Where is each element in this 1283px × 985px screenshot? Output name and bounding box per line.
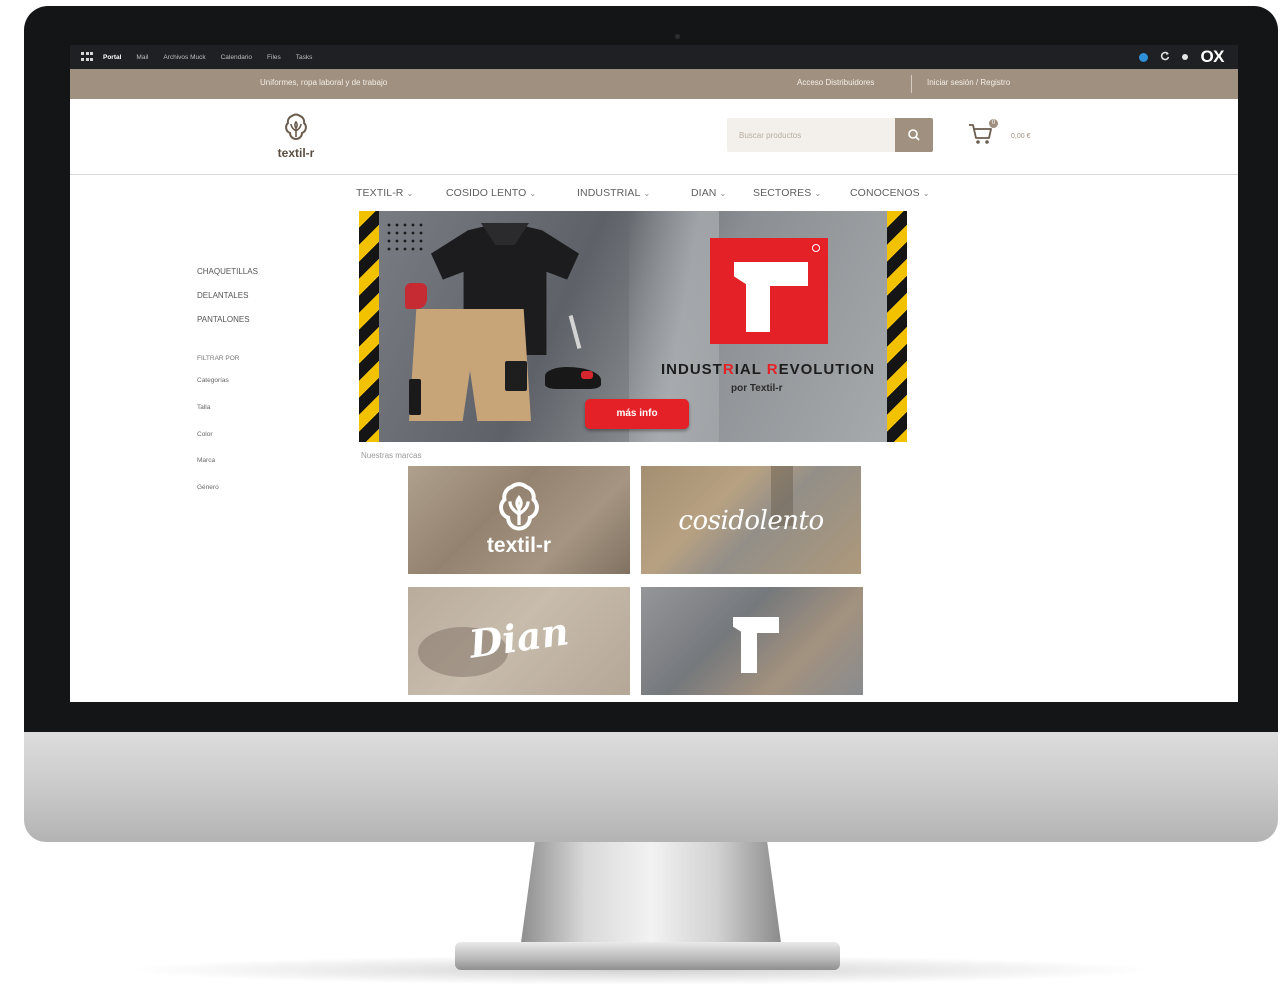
r-mark-stem <box>746 266 770 332</box>
main-navigation: TEXTIL-R ⌄ COSIDO LENTO ⌄ INDUSTRIAL ⌄ DIAN… <box>70 175 1238 211</box>
site-logo[interactable]: textil-r <box>266 109 326 167</box>
system-link-tasks[interactable]: Tasks <box>296 54 313 61</box>
cart-button[interactable]: 0 <box>968 119 998 149</box>
chevron-down-icon: ⌄ <box>922 189 930 198</box>
pen-image <box>568 315 582 349</box>
top-promo-bar: Uniformes, ropa laboral y de trabajo Acc… <box>70 69 1238 99</box>
nav-item-conocenos[interactable]: CONOCENOS ⌄ <box>850 187 930 199</box>
account-icon[interactable] <box>1182 54 1189 60</box>
monitor-stand-base <box>455 942 840 970</box>
chevron-down-icon: ⌄ <box>814 189 822 198</box>
system-link-calendar[interactable]: Calendario <box>221 54 252 61</box>
search-button[interactable] <box>895 118 933 152</box>
monitor-stand <box>520 835 782 950</box>
hazard-stripe-left <box>359 211 379 442</box>
more-info-button[interactable]: más info <box>585 399 689 429</box>
hazard-stripe-right <box>887 211 907 442</box>
brand-tile-textil-r[interactable]: textil-r <box>408 466 630 574</box>
brand-label: textil-r <box>486 534 552 557</box>
nav-item-cosido-lento[interactable]: COSIDO LENTO ⌄ <box>446 187 536 199</box>
brand-tile-industrial[interactable] <box>641 587 863 695</box>
monitor-chin <box>24 728 1278 842</box>
system-link-files[interactable]: Files <box>267 54 281 61</box>
shorts-pocket <box>505 361 527 391</box>
cotton-logo-icon <box>499 482 539 531</box>
ox-logo: OX <box>1200 47 1224 66</box>
site-header: textil-r Buscar productos 0 0,00 € <box>70 99 1238 175</box>
chevron-down-icon: ⌄ <box>719 189 727 198</box>
phone-image <box>409 379 421 415</box>
industrial-revolution-logo <box>710 238 828 344</box>
filter-heading: FILTRAR POR <box>197 355 240 362</box>
topbar-divider <box>911 75 912 93</box>
dot-pattern <box>385 221 425 253</box>
hero-subtitle: por Textil-r <box>731 383 783 394</box>
cart-total: 0,00 € <box>1011 133 1031 140</box>
notification-icon[interactable] <box>1139 52 1149 62</box>
brands-heading: Nuestras marcas <box>361 451 422 460</box>
site-tagline: Uniformes, ropa laboral y de trabajo <box>260 78 388 87</box>
refresh-icon[interactable] <box>1160 48 1170 66</box>
hero-banner[interactable]: INDUSTRIAL REVOLUTION por Textil-r más i… <box>359 211 907 442</box>
nav-item-dian[interactable]: DIAN ⌄ <box>691 187 726 199</box>
nav-item-textil-r[interactable]: TEXTIL-R ⌄ <box>356 187 413 199</box>
browser-screen: Portal Mail Archivos Muck Calendario Fil… <box>70 45 1238 702</box>
nav-item-sectores[interactable]: SECTORES ⌄ <box>753 187 821 199</box>
logo-text: textil-r <box>277 146 315 160</box>
system-link-mail[interactable]: Mail <box>136 54 148 61</box>
r-mark-stem <box>741 621 757 673</box>
brand-tile-cosido-lento[interactable]: cosidolento <box>641 466 861 574</box>
sidebar-item-chaquetillas[interactable]: CHAQUETILLAS <box>197 267 258 276</box>
filter-color[interactable]: Color <box>197 431 213 438</box>
search-placeholder: Buscar productos <box>739 131 802 140</box>
search-icon <box>908 129 920 141</box>
search-input[interactable]: Buscar productos <box>727 118 895 152</box>
glove-image <box>405 283 427 309</box>
chevron-down-icon: ⌄ <box>529 189 537 198</box>
system-link-portal[interactable]: Portal <box>103 54 121 61</box>
distributors-link[interactable]: Acceso Distribuidores <box>797 78 874 87</box>
chevron-down-icon: ⌄ <box>643 189 651 198</box>
brand-tile-dian[interactable]: Dian <box>408 587 630 695</box>
system-bar-right: OX <box>1139 47 1224 67</box>
filter-category[interactable]: Categorías <box>197 377 229 384</box>
brand-label: cosidolento <box>678 506 824 536</box>
registered-icon <box>812 244 820 252</box>
login-register-link[interactable]: Iniciar sesión / Registro <box>927 78 1010 87</box>
cart-count-badge: 0 <box>989 119 998 128</box>
shoe-accent <box>581 371 593 379</box>
filter-size[interactable]: Talla <box>197 404 210 411</box>
app-grid-icon[interactable] <box>81 52 93 62</box>
chevron-down-icon: ⌄ <box>406 189 414 198</box>
nav-item-industrial[interactable]: INDUSTRIAL ⌄ <box>577 187 650 199</box>
sidebar-item-delantales[interactable]: DELANTALES <box>197 291 248 300</box>
camera-icon <box>675 34 680 39</box>
system-bar: Portal Mail Archivos Muck Calendario Fil… <box>70 45 1238 69</box>
filter-gender[interactable]: Género <box>197 484 219 491</box>
cotton-logo-icon <box>285 113 307 140</box>
hero-title: INDUSTRIAL REVOLUTION <box>661 361 876 378</box>
system-link-files-muck[interactable]: Archivos Muck <box>163 54 205 61</box>
safety-shoe-image <box>545 367 601 389</box>
filter-brand[interactable]: Marca <box>197 457 215 464</box>
sidebar-item-pantalones[interactable]: PANTALONES <box>197 315 250 324</box>
